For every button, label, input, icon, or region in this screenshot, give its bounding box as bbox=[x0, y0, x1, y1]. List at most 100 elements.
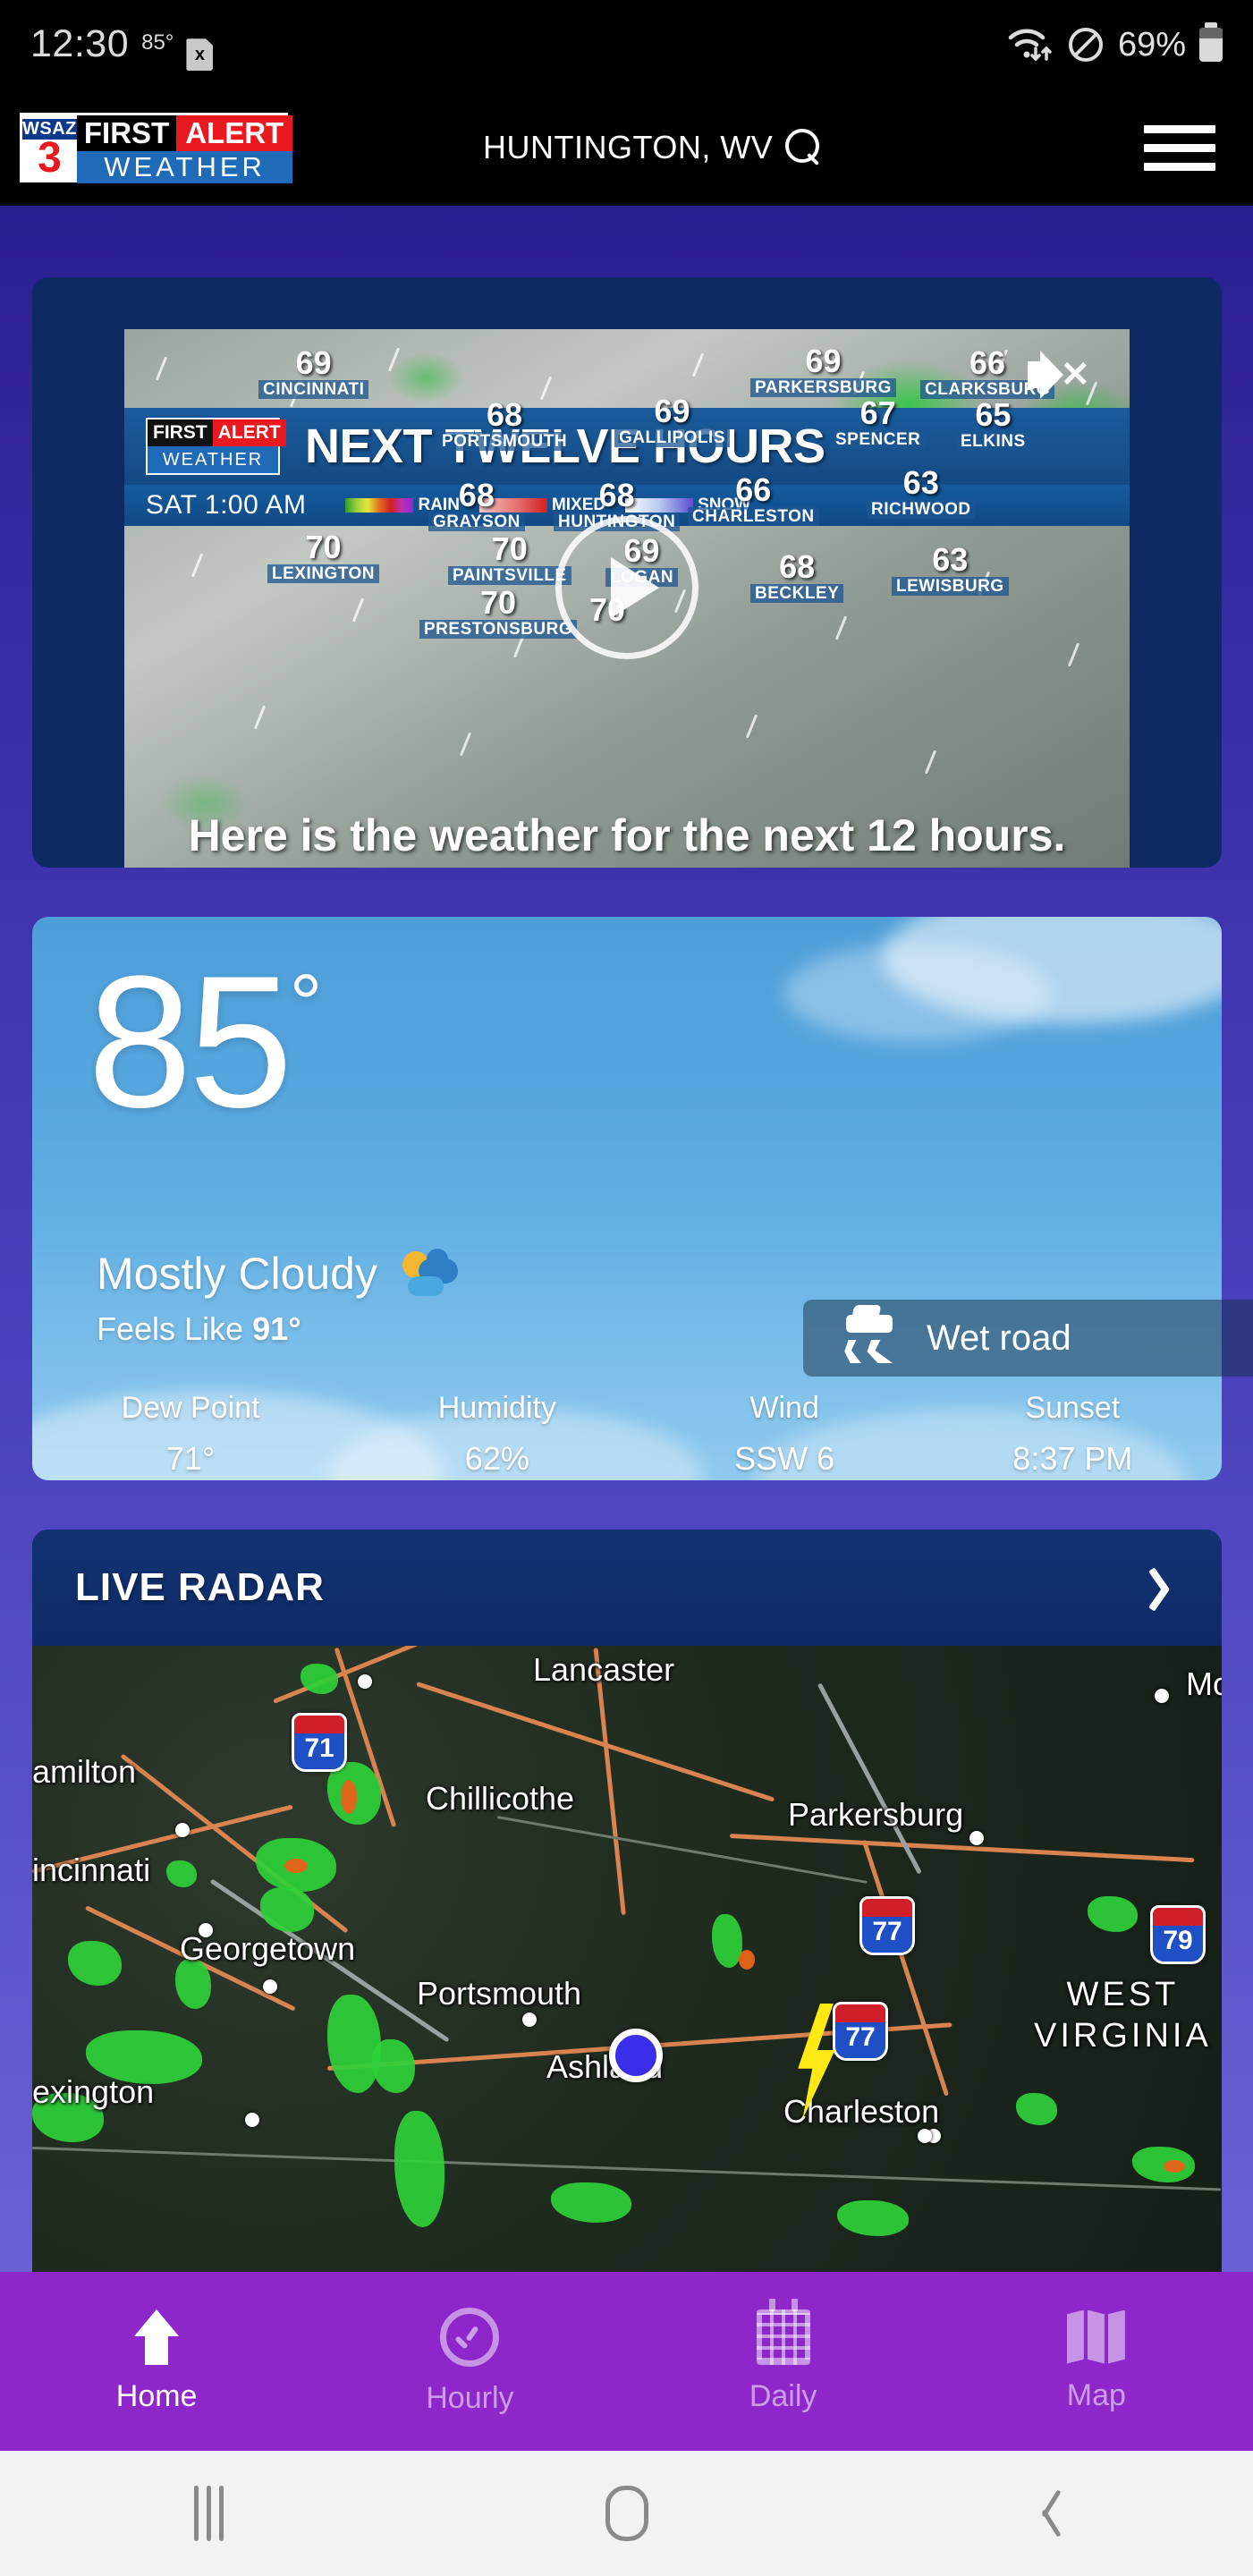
current-stats-row: Dew Point 71° Humidity 62% Wind SSW 6 Su… bbox=[32, 1391, 1222, 1478]
search-icon[interactable] bbox=[785, 129, 823, 166]
radar-state-label: WEST VIRGINIA bbox=[1034, 1976, 1212, 2055]
video-logo-weather: WEATHER bbox=[148, 446, 278, 473]
nav-item-home[interactable]: Home bbox=[0, 2272, 313, 2451]
city-temp-value: 66 bbox=[735, 471, 772, 508]
system-back-button[interactable] bbox=[835, 2488, 1253, 2538]
radar-city-label: incinnati bbox=[32, 1852, 151, 1888]
video-city-temp: 70 PAINTSVILLE bbox=[448, 533, 571, 585]
city-name-label: CINCINNATI bbox=[258, 380, 369, 399]
city-temp-value: 70 bbox=[480, 584, 517, 621]
stat-humidity: Humidity 62% bbox=[438, 1391, 556, 1478]
sun-behind-cloud-icon bbox=[402, 1249, 458, 1296]
wet-road-label: Wet road bbox=[927, 1318, 1071, 1358]
city-temp-value: 63 bbox=[932, 541, 969, 578]
status-clock: 12:30 bbox=[30, 21, 130, 65]
feels-like-label: Feels Like bbox=[97, 1310, 244, 1347]
video-city-temp: 69 GALLIPOLIS bbox=[614, 395, 730, 447]
current-conditions-card[interactable]: 85° Mostly Cloudy Feels Like 91° Dew Poi… bbox=[32, 917, 1222, 1480]
city-temp-value: 70 bbox=[491, 530, 528, 567]
radar-city-label: Georgetown bbox=[180, 1930, 356, 1967]
interstate-shield-icon: 79 bbox=[1150, 1905, 1206, 1964]
nav-item-daily[interactable]: Daily bbox=[627, 2272, 940, 2451]
stat-value: 8:37 PM bbox=[1012, 1440, 1133, 1477]
video-card[interactable]: FIRST ALERT WEATHER NEXT TWELVE HOURS SA… bbox=[32, 277, 1222, 868]
video-caption: Here is the weather for the next 12 hour… bbox=[188, 810, 1066, 860]
city-name-label: ELKINS bbox=[956, 432, 1030, 451]
logo-row-first-alert: FIRST ALERT bbox=[76, 115, 293, 151]
nav-label-hourly: Hourly bbox=[426, 2380, 514, 2415]
play-icon[interactable] bbox=[555, 515, 698, 659]
battery-percent-label: 69% bbox=[1117, 25, 1186, 64]
city-name-label: BECKLEY bbox=[750, 584, 844, 603]
city-name-label: PAINTSVILLE bbox=[448, 566, 571, 585]
clock-icon bbox=[440, 2307, 500, 2367]
video-player[interactable]: FIRST ALERT WEATHER NEXT TWELVE HOURS SA… bbox=[124, 329, 1130, 868]
video-city-temp: 68 PORTSMOUTH bbox=[437, 396, 572, 451]
radar-city-label: Chillicothe bbox=[426, 1780, 575, 1817]
status-bar-right: 69% bbox=[1007, 22, 1223, 64]
video-city-temp: 70 LEXINGTON bbox=[267, 531, 379, 583]
video-first-alert-logo: FIRST ALERT WEATHER bbox=[146, 418, 286, 475]
city-name-label: LEXINGTON bbox=[267, 564, 379, 583]
do-not-disturb-icon bbox=[1068, 28, 1103, 62]
live-radar-card[interactable]: LIVE RADAR Lancaster M amilton Chillicot… bbox=[32, 1530, 1222, 2272]
video-logo-row1: FIRST ALERT bbox=[148, 419, 286, 446]
interstate-shield-icon: 77 bbox=[859, 1896, 915, 1955]
city-temp-value: 68 bbox=[458, 477, 495, 513]
stat-label: Humidity bbox=[437, 1391, 556, 1425]
live-radar-header[interactable]: LIVE RADAR bbox=[32, 1530, 1222, 1646]
logo-first-text: FIRST bbox=[76, 115, 177, 151]
sd-card-icon: x bbox=[186, 38, 214, 72]
stat-label: Wind bbox=[749, 1391, 819, 1425]
system-home-button[interactable] bbox=[418, 2486, 835, 2541]
rain-gradient-swatch bbox=[345, 498, 414, 513]
nav-label-daily: Daily bbox=[749, 2378, 817, 2413]
stat-value: SSW 6 bbox=[734, 1440, 835, 1477]
video-city-temp: 69 PARKERSBURG bbox=[750, 345, 896, 397]
wet-road-alert-chip[interactable]: Wet road bbox=[803, 1300, 1253, 1377]
forecast-valid-time: SAT 1:00 AM bbox=[146, 490, 307, 520]
city-name-label: RICHWOOD bbox=[867, 500, 976, 519]
status-temperature: 85° bbox=[141, 30, 174, 55]
station-logo-mark: WSAZ 3 bbox=[22, 115, 77, 180]
city-name-label: GRAYSON bbox=[428, 513, 525, 531]
city-temp-value: 69 bbox=[654, 393, 690, 429]
current-location-dot bbox=[609, 2029, 663, 2082]
location-search-button[interactable]: HUNTINGTON, WV bbox=[483, 129, 823, 166]
stat-value: 62% bbox=[464, 1440, 529, 1477]
nav-item-map[interactable]: Map bbox=[940, 2272, 1253, 2451]
home-icon bbox=[129, 2309, 184, 2365]
logo-weather-text: WEATHER bbox=[76, 151, 293, 183]
app-root: 12:30 85° x 69% WSAZ 3 FIRST ALERT WEATH… bbox=[0, 0, 1253, 2576]
city-name-label: LEWISBURG bbox=[892, 577, 1009, 596]
battery-icon bbox=[1199, 22, 1223, 62]
status-bar-left: 12:30 85° x bbox=[30, 21, 214, 72]
live-radar-title: LIVE RADAR bbox=[75, 1565, 325, 1609]
video-city-temp: 68 GRAYSON bbox=[428, 479, 525, 531]
radar-city-label: amilton bbox=[32, 1753, 137, 1790]
mute-icon[interactable]: ✕ bbox=[1028, 351, 1090, 401]
video-city-temp: 63 RICHWOOD bbox=[867, 467, 976, 519]
recents-button[interactable] bbox=[0, 2486, 418, 2541]
city-name-label: SPENCER bbox=[831, 430, 926, 449]
logo-alert-text: ALERT bbox=[176, 115, 293, 151]
city-temp-value: 68 bbox=[487, 396, 523, 433]
radar-city-label: Parkersburg bbox=[788, 1796, 964, 1833]
chevron-right-icon[interactable] bbox=[1156, 1567, 1179, 1608]
system-back-icon bbox=[1036, 2488, 1054, 2538]
video-city-temp: 63 LEWISBURG bbox=[892, 544, 1009, 596]
logo-wordmark: FIRST ALERT WEATHER bbox=[76, 115, 293, 183]
nav-label-home: Home bbox=[115, 2378, 198, 2413]
slippery-road-icon bbox=[841, 1313, 896, 1363]
radar-map[interactable]: Lancaster Mo amilton Chillicothe Parkersburg… bbox=[32, 1646, 1222, 2272]
city-temp-value: 68 bbox=[598, 477, 635, 513]
stat-dew-point: Dew Point 71° bbox=[122, 1391, 260, 1478]
nav-item-hourly[interactable]: Hourly bbox=[313, 2272, 626, 2451]
hamburger-menu-icon[interactable] bbox=[1144, 124, 1215, 171]
video-city-temp: 69 CINCINNATI bbox=[258, 347, 369, 399]
current-location-label: HUNTINGTON, WV bbox=[483, 129, 774, 165]
city-temp-value: 65 bbox=[975, 396, 1012, 433]
calendar-icon bbox=[756, 2298, 810, 2365]
radar-city-label: Portsmouth bbox=[417, 1975, 582, 2012]
city-temp-value: 70 bbox=[305, 529, 342, 565]
